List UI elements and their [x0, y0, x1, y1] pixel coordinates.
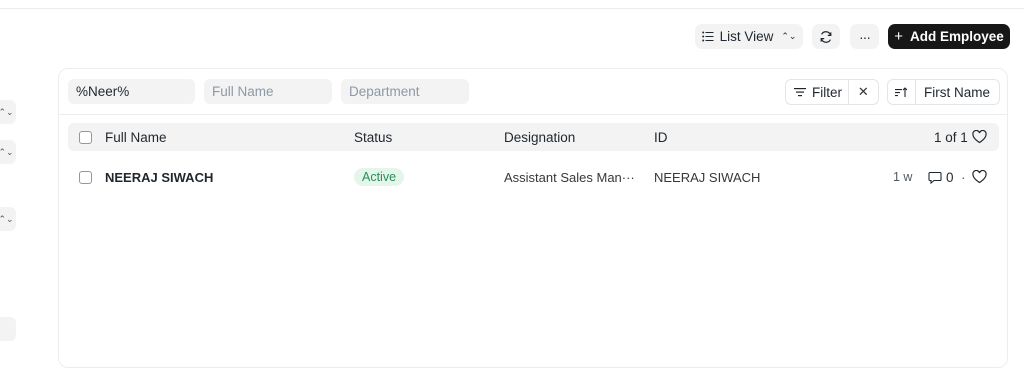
full-name-filter-input[interactable]: Full Name [204, 79, 332, 104]
row-checkbox[interactable] [79, 170, 92, 184]
status-badge: Active [354, 168, 405, 186]
list-view-label: List View [719, 29, 774, 44]
sidebar-select-3[interactable]: ⌃⌄ [0, 207, 16, 231]
sort-group: First Name [887, 79, 1000, 105]
select-all-checkbox[interactable] [79, 130, 92, 144]
sort-icon [895, 86, 908, 97]
filter-group: Filter ✕ [785, 79, 879, 105]
table-row[interactable]: NEERAJ SIWACH Active Assistant Sales Man… [68, 163, 999, 191]
list-icon [701, 31, 714, 42]
filter-divider [59, 114, 1007, 115]
column-header-designation: Designation [504, 129, 576, 145]
clear-filter-button[interactable]: ✕ [849, 80, 878, 104]
more-button[interactable]: ··· [850, 24, 879, 49]
row-comments[interactable]: 0 [928, 163, 954, 191]
sort-field-button[interactable]: First Name [916, 85, 990, 100]
table-header: Full Name Status Designation ID 1 of 1 [68, 123, 999, 151]
list-view-select[interactable]: List View ⌃⌄ [695, 24, 803, 49]
plus-icon: + [894, 28, 903, 45]
close-icon: ✕ [857, 84, 869, 99]
chevron-updown-icon: ⌃⌄ [0, 213, 14, 224]
row-full-name[interactable]: NEERAJ SIWACH [105, 163, 213, 191]
row-checkbox-cell[interactable] [79, 163, 92, 191]
sidebar-select-2[interactable]: ⌃⌄ [0, 140, 16, 164]
sidebar-button[interactable] [0, 317, 16, 341]
comment-icon [928, 171, 942, 184]
more-icon: ··· [859, 28, 871, 45]
filter-button[interactable]: Filter [786, 80, 849, 104]
column-header-status: Status [354, 129, 393, 145]
refresh-icon [820, 30, 832, 43]
name-filter-input[interactable]: %Neer% [68, 79, 195, 104]
add-employee-label: Add Employee [909, 29, 1004, 44]
refresh-button[interactable] [812, 24, 840, 49]
result-count: 1 of 1 [934, 129, 968, 145]
chevron-updown-icon: ⌃⌄ [0, 106, 14, 117]
row-like-button[interactable] [972, 163, 987, 191]
heart-icon [972, 130, 987, 144]
chevron-updown-icon: ⌃⌄ [0, 146, 14, 157]
list-card: %Neer% Full Name Department Filter ✕ Fir… [58, 68, 1008, 368]
row-designation: Assistant Sales Man··· [504, 169, 635, 185]
sort-order-button[interactable] [888, 80, 916, 104]
row-separator: · [961, 169, 966, 185]
sidebar-select-1[interactable]: ⌃⌄ [0, 100, 16, 124]
row-modified-time: 1 w [893, 170, 913, 184]
column-header-full-name: Full Name [105, 129, 167, 145]
chevron-updown-icon: ⌃⌄ [781, 31, 797, 41]
row-id: NEERAJ SIWACH [654, 169, 761, 185]
department-filter-input[interactable]: Department [341, 79, 469, 104]
heart-icon [972, 170, 987, 184]
like-filter-button[interactable] [972, 123, 987, 151]
select-all-checkbox-cell[interactable] [79, 123, 92, 151]
filter-icon [794, 88, 806, 97]
add-employee-button[interactable]: + Add Employee [888, 24, 1010, 49]
filter-label: Filter [812, 84, 842, 100]
row-status-cell: Active [354, 163, 405, 191]
column-header-id: ID [654, 129, 668, 145]
top-divider [0, 8, 1024, 9]
comment-count: 0 [946, 169, 954, 185]
